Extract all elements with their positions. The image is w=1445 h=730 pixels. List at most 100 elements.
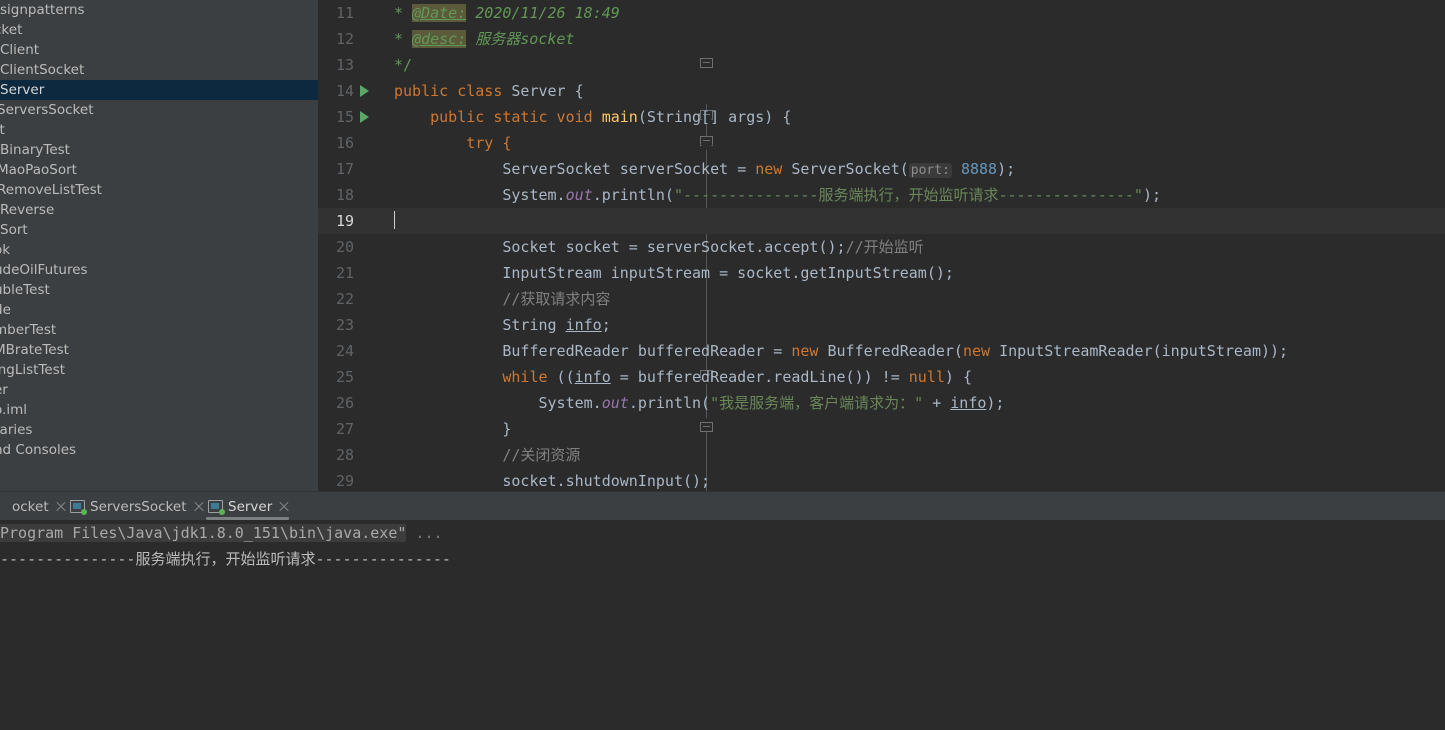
- code-line[interactable]: 28 //关闭资源: [318, 442, 1445, 468]
- tree-item-label: nd Consoles: [0, 442, 77, 458]
- system-ref: System.: [538, 394, 602, 412]
- tree-item[interactable]: de: [0, 300, 318, 320]
- fold-marker-icon[interactable]: [700, 136, 713, 150]
- tree-item-label: er: [0, 382, 8, 398]
- tree-item[interactable]: signpatterns: [0, 0, 318, 20]
- var-socket: socket: [565, 238, 620, 256]
- code-content: public class Server {: [394, 78, 584, 104]
- tree-item-label: ClientSocket: [0, 62, 85, 78]
- code-line[interactable]: 22 //获取请求内容: [318, 286, 1445, 312]
- tree-item[interactable]: ClientSocket: [0, 60, 318, 80]
- code-line[interactable]: 17 ServerSocket serverSocket = new Serve…: [318, 156, 1445, 182]
- code-line[interactable]: 29 socket.shutdownInput();: [318, 468, 1445, 491]
- code-line[interactable]: 14 public class Server {: [318, 78, 1445, 104]
- code-content: }: [394, 416, 511, 442]
- tree-item[interactable]: nd Consoles: [0, 440, 318, 460]
- tree-item-label: ingListTest: [0, 362, 66, 378]
- tree-item[interactable]: o.iml: [0, 400, 318, 420]
- code-line[interactable]: 26 System.out.println("我是服务端，客户端请求为：" + …: [318, 390, 1445, 416]
- code-line[interactable]: 27 }: [318, 416, 1445, 442]
- code-line-current[interactable]: 19: [318, 208, 1445, 234]
- code-line[interactable]: 11 * @Date: 2020/11/26 18:49: [318, 0, 1445, 26]
- line-number: 17: [335, 160, 354, 178]
- editor-tab-bar[interactable]: ocket ServersSocket Server: [0, 491, 1445, 521]
- code-content: */: [394, 52, 412, 78]
- tree-item[interactable]: RemoveListTest: [0, 180, 318, 200]
- code-line[interactable]: 15 public static void main(String[] args…: [318, 104, 1445, 130]
- idea-window: signpatterns cket Client ClientSocket Server…: [0, 0, 1445, 730]
- code-line[interactable]: 23 String info;: [318, 312, 1445, 338]
- tree-item-label: signpatterns: [0, 2, 85, 18]
- tree-item[interactable]: ok: [0, 240, 318, 260]
- editor-tab[interactable]: ocket: [0, 492, 62, 521]
- tree-item[interactable]: mberTest: [0, 320, 318, 340]
- code-line[interactable]: 16 try {: [318, 130, 1445, 156]
- tree-item[interactable]: MBrateTest: [0, 340, 318, 360]
- java-class-icon: [208, 499, 225, 515]
- console-line-ellipsis: ...: [406, 524, 443, 542]
- run-method-icon[interactable]: [360, 111, 369, 123]
- tree-item-label: cket: [0, 22, 23, 38]
- class-name: Server: [511, 82, 566, 100]
- brace: {: [574, 82, 584, 100]
- code-line[interactable]: 25 while ((info = bufferedReader.readLin…: [318, 364, 1445, 390]
- javadoc-close: */: [394, 56, 413, 74]
- tree-item-selected[interactable]: Server: [0, 80, 318, 100]
- method-params: (String[] args) {: [637, 108, 792, 126]
- tree-item[interactable]: udeOilFutures: [0, 260, 318, 280]
- tree-item-label: Server: [0, 82, 45, 98]
- code-editor[interactable]: 11 * @Date: 2020/11/26 18:49 12 * @desc:…: [318, 0, 1445, 491]
- fold-marker-collapse-icon[interactable]: [700, 418, 713, 436]
- tree-item[interactable]: raries: [0, 420, 318, 440]
- while-open: ((: [547, 368, 575, 386]
- code-content: InputStream inputStream = socket.getInpu…: [394, 260, 954, 286]
- tree-item[interactable]: ingListTest: [0, 360, 318, 380]
- statement-end: );: [997, 160, 1016, 178]
- fold-marker-collapse-icon[interactable]: [700, 54, 713, 72]
- string-literal-request: "我是服务端，客户端请求为：": [710, 394, 924, 412]
- code-content: String info;: [394, 312, 610, 338]
- tree-item-label: udeOilFutures: [0, 262, 88, 278]
- close-icon[interactable]: [278, 501, 290, 513]
- statement-end: );: [986, 394, 1005, 412]
- tree-item[interactable]: ServersSocket: [0, 100, 318, 120]
- editor-tab-label: Server: [228, 498, 273, 515]
- tree-item[interactable]: Reverse: [0, 200, 318, 220]
- run-console-panel[interactable]: Program Files\Java\jdk1.8.0_151\bin\java…: [0, 520, 1445, 730]
- code-line[interactable]: 21 InputStream inputStream = socket.getI…: [318, 260, 1445, 286]
- tree-item[interactable]: Client: [0, 40, 318, 60]
- line-number: 12: [335, 30, 354, 48]
- literal-port: 8888: [960, 160, 998, 178]
- editor-tab[interactable]: ServersSocket: [62, 492, 194, 521]
- tree-item[interactable]: Sort: [0, 220, 318, 240]
- string-literal-banner: "---------------服务端执行，开始监听请求------------…: [673, 186, 1143, 204]
- accept-call: = serverSocket.accept();: [619, 238, 846, 256]
- javadoc-tag-date: @Date:: [412, 4, 467, 22]
- tree-item[interactable]: er: [0, 380, 318, 400]
- line-number: 26: [335, 394, 354, 412]
- tree-item[interactable]: ubleTest: [0, 280, 318, 300]
- tree-item[interactable]: BinaryTest: [0, 140, 318, 160]
- tree-item[interactable]: cket: [0, 20, 318, 40]
- while-close: ) {: [944, 368, 972, 386]
- code-line[interactable]: 24 BufferedReader bufferedReader = new B…: [318, 338, 1445, 364]
- tree-item-label: ubleTest: [0, 282, 50, 298]
- project-tree-list[interactable]: signpatterns cket Client ClientSocket Server…: [0, 0, 318, 460]
- console-output[interactable]: Program Files\Java\jdk1.8.0_151\bin\java…: [0, 520, 1445, 572]
- code-line[interactable]: 12 * @desc: 服务器socket: [318, 26, 1445, 52]
- line-number: 18: [335, 186, 354, 204]
- code-line[interactable]: 18 System.out.println("---------------服务…: [318, 182, 1445, 208]
- tree-item[interactable]: MaoPaoSort: [0, 160, 318, 180]
- project-tool-window[interactable]: signpatterns cket Client ClientSocket Server…: [0, 0, 318, 491]
- code-line[interactable]: 13 */: [318, 52, 1445, 78]
- code-line[interactable]: 20 Socket socket = serverSocket.accept()…: [318, 234, 1445, 260]
- keyword-null: null: [908, 368, 945, 386]
- editor-tab[interactable]: Server: [200, 492, 295, 521]
- tree-item[interactable]: rt: [0, 120, 318, 140]
- method-name-main: main: [601, 108, 638, 126]
- javadoc-tag-desc: @desc:: [412, 30, 467, 48]
- code-content: socket.shutdownInput();: [394, 468, 710, 491]
- code-lines[interactable]: 11 * @Date: 2020/11/26 18:49 12 * @desc:…: [318, 0, 1445, 491]
- run-class-icon[interactable]: [360, 85, 369, 97]
- field-out: out: [601, 394, 629, 412]
